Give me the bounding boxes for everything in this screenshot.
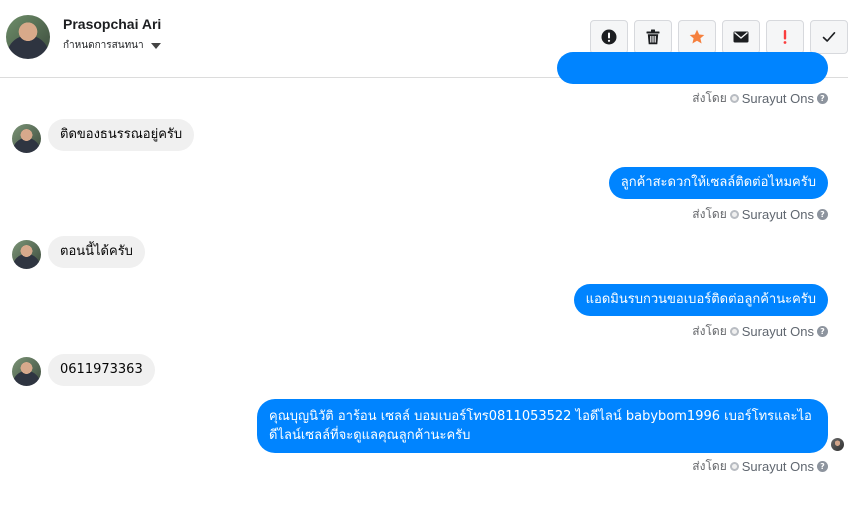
mark-spam-icon bbox=[601, 29, 617, 45]
contact-avatar-small[interactable] bbox=[12, 357, 41, 386]
sent-by-label: ส่งโดย bbox=[692, 324, 727, 338]
trash-icon bbox=[646, 29, 660, 45]
agent-status-icon bbox=[729, 210, 739, 219]
contact-avatar[interactable] bbox=[6, 15, 50, 59]
check-icon bbox=[822, 31, 836, 42]
message-bubble-outgoing: ลูกค้าสะดวกให้เซลล์ติดต่อไหมครับ bbox=[608, 167, 828, 199]
contact-name[interactable]: Prasopchai Ari bbox=[63, 16, 161, 32]
sent-by-label: ส่งโดย bbox=[692, 91, 727, 105]
help-icon[interactable]: ? bbox=[817, 93, 828, 104]
message-bubble-outgoing: แอดมินรบกวนขอเบอร์ติดต่อลูกค้านะครับ bbox=[573, 284, 828, 316]
star-button[interactable] bbox=[678, 20, 716, 54]
help-icon[interactable]: ? bbox=[817, 209, 828, 220]
sent-by-label: ส่งโดย bbox=[692, 207, 727, 221]
sent-by-info: ส่งโดย Surayut Ons ? bbox=[692, 89, 828, 108]
help-icon[interactable]: ? bbox=[817, 326, 828, 337]
message-bubble-incoming: 0611973363 bbox=[48, 354, 155, 386]
priority-icon bbox=[783, 30, 787, 44]
sent-by-info: ส่งโดย Surayut Ons ? bbox=[692, 457, 828, 476]
sent-by-label: ส่งโดย bbox=[692, 459, 727, 473]
mark-unread-button[interactable] bbox=[722, 20, 760, 54]
agent-status-icon bbox=[729, 94, 739, 103]
mail-icon bbox=[733, 31, 749, 43]
contact-avatar-small[interactable] bbox=[12, 124, 41, 153]
agent-status-icon bbox=[729, 462, 739, 471]
message-bubble-outgoing: คุณบุญนิวัติ อาร้อน เซลล์ บอมเบอร์โทร081… bbox=[257, 399, 828, 453]
caret-down-icon bbox=[150, 42, 161, 49]
help-icon[interactable]: ? bbox=[817, 461, 828, 472]
agent-status-icon bbox=[729, 327, 739, 336]
conversation-status-dropdown[interactable]: กำหนดการสนทนา bbox=[63, 38, 161, 53]
sent-by-info: ส่งโดย Surayut Ons ? bbox=[692, 322, 828, 341]
star-icon bbox=[689, 29, 705, 44]
conversation-toolbar bbox=[590, 20, 848, 54]
conversation-status-label: กำหนดการสนทนา bbox=[63, 40, 144, 51]
message-bubble-incoming: ตอนนี้ได้ครับ bbox=[48, 236, 145, 268]
priority-button[interactable] bbox=[766, 20, 804, 54]
seen-receipt-avatar bbox=[831, 438, 844, 451]
mark-done-button[interactable] bbox=[810, 20, 848, 54]
agent-name[interactable]: Surayut Ons bbox=[742, 459, 814, 474]
message-bubble-outgoing-cut bbox=[557, 52, 828, 84]
mark-spam-button[interactable] bbox=[590, 20, 628, 54]
message-bubble-incoming: ติดของธนรรณอยู่ครับ bbox=[48, 119, 195, 151]
agent-name[interactable]: Surayut Ons bbox=[742, 91, 814, 106]
agent-name[interactable]: Surayut Ons bbox=[742, 207, 814, 222]
contact-avatar-small[interactable] bbox=[12, 240, 41, 269]
sent-by-info: ส่งโดย Surayut Ons ? bbox=[692, 205, 828, 224]
agent-name[interactable]: Surayut Ons bbox=[742, 324, 814, 339]
delete-button[interactable] bbox=[634, 20, 672, 54]
